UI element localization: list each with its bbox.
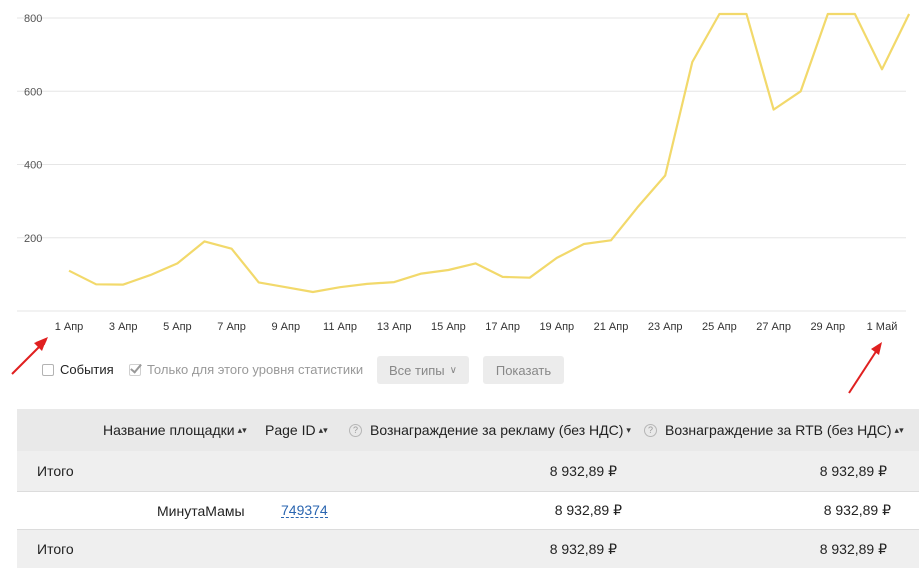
table-header: Название площадки ▴▾ Page ID ▴▾ ? Вознаг… <box>17 409 919 451</box>
header-ad-reward[interactable]: ? Вознаграждение за рекламу (без НДС) ▾ <box>349 409 631 451</box>
x-tick-label: 5 Апр <box>163 321 192 333</box>
header-rtb-reward[interactable]: ? Вознаграждение за RTB (без НДС) ▴▾ <box>644 409 904 451</box>
chart-y-axis: 800 600 400 200 <box>24 13 42 245</box>
chevron-down-icon: ∨ <box>449 364 457 376</box>
x-tick-label: 13 Апр <box>377 321 412 333</box>
x-tick-label: 1 Май <box>867 321 898 333</box>
header-ad-reward-label: Вознаграждение за рекламу (без НДС) <box>370 422 624 438</box>
filter-controls: События Только для этого уровня статисти… <box>0 352 919 388</box>
total-ad-reward: 8 932,89 ₽ <box>549 462 617 479</box>
x-tick-label: 29 Апр <box>810 321 845 333</box>
page-id-link[interactable]: 749374 <box>281 503 328 518</box>
x-tick-label: 9 Апр <box>272 321 301 333</box>
header-page-id-label: Page ID <box>265 422 316 438</box>
header-site-name[interactable]: Название площадки ▴▾ <box>103 409 247 451</box>
x-tick-label: 27 Апр <box>756 321 791 333</box>
header-page-id[interactable]: Page ID ▴▾ <box>265 409 328 451</box>
rtb-reward: 8 932,89 ₽ <box>823 502 891 518</box>
show-button-label: Показать <box>495 362 552 378</box>
sort-icon: ▴▾ <box>318 424 328 435</box>
help-icon[interactable]: ? <box>644 423 657 437</box>
series-line <box>68 12 911 294</box>
types-dropdown[interactable]: Все типы ∨ <box>377 356 469 384</box>
y-tick-label: 200 <box>24 233 42 245</box>
x-tick-label: 19 Апр <box>539 321 574 333</box>
y-tick-label: 400 <box>24 160 42 172</box>
table-row-total-bottom: Итого 8 932,89 ₽ 8 932,89 ₽ <box>17 530 919 568</box>
total-rtb-reward: 8 932,89 ₽ <box>819 462 887 479</box>
table-row: МинутаМамы 749374 8 932,89 ₽ 8 932,89 ₽ <box>17 492 919 529</box>
checkbox-icon[interactable] <box>42 363 54 376</box>
y-tick-label: 800 <box>24 13 42 25</box>
ad-reward: 8 932,89 ₽ <box>554 502 622 518</box>
sort-desc-icon: ▾ <box>626 424 631 435</box>
x-tick-label: 7 Апр <box>217 321 246 333</box>
y-tick-label: 600 <box>24 86 42 98</box>
x-tick-label: 21 Апр <box>594 321 629 333</box>
site-name: МинутаМамы <box>157 502 245 519</box>
events-checkbox[interactable]: События <box>42 362 114 377</box>
help-icon[interactable]: ? <box>349 423 362 437</box>
total-label: Итого <box>37 463 74 479</box>
annotation-arrow-left <box>36 337 48 345</box>
sort-icon: ▴▾ <box>894 424 904 435</box>
total-label: Итого <box>37 541 74 557</box>
chart-x-axis: 1 Апр 3 Апр 5 Апр 7 Апр 9 Апр 11 Апр 13 Апр 15 … <box>55 321 898 333</box>
sort-icon: ▴▾ <box>237 424 247 435</box>
types-dropdown-label: Все типы <box>389 362 445 378</box>
x-tick-label: 23 Апр <box>648 321 683 333</box>
x-tick-label: 15 Апр <box>431 321 466 333</box>
total-ad-reward: 8 932,89 ₽ <box>549 540 617 557</box>
x-tick-label: 17 Апр <box>485 321 520 333</box>
checkmark-icon[interactable] <box>129 363 141 376</box>
page-id-cell: 749374 <box>281 492 328 529</box>
table-row-total-top: Итого 8 932,89 ₽ 8 932,89 ₽ <box>17 451 919 491</box>
header-site-name-label: Название площадки <box>103 422 235 438</box>
traffic-line-chart: 800 600 400 200 1 Апр 3 Апр 5 Апр 7 Апр 9 Апр 11… <box>17 12 911 345</box>
x-tick-label: 3 Апр <box>109 321 138 333</box>
level-only-checkbox[interactable]: Только для этого уровня статистики <box>129 362 363 377</box>
x-tick-label: 1 Апр <box>55 321 84 333</box>
level-only-label: Только для этого уровня статистики <box>147 362 364 377</box>
x-tick-label: 25 Апр <box>702 321 737 333</box>
total-rtb-reward: 8 932,89 ₽ <box>819 540 887 557</box>
header-rtb-reward-label: Вознаграждение за RTB (без НДС) <box>665 422 892 438</box>
events-label: События <box>60 362 114 377</box>
x-tick-label: 11 Апр <box>323 321 357 333</box>
show-button[interactable]: Показать <box>483 356 564 384</box>
